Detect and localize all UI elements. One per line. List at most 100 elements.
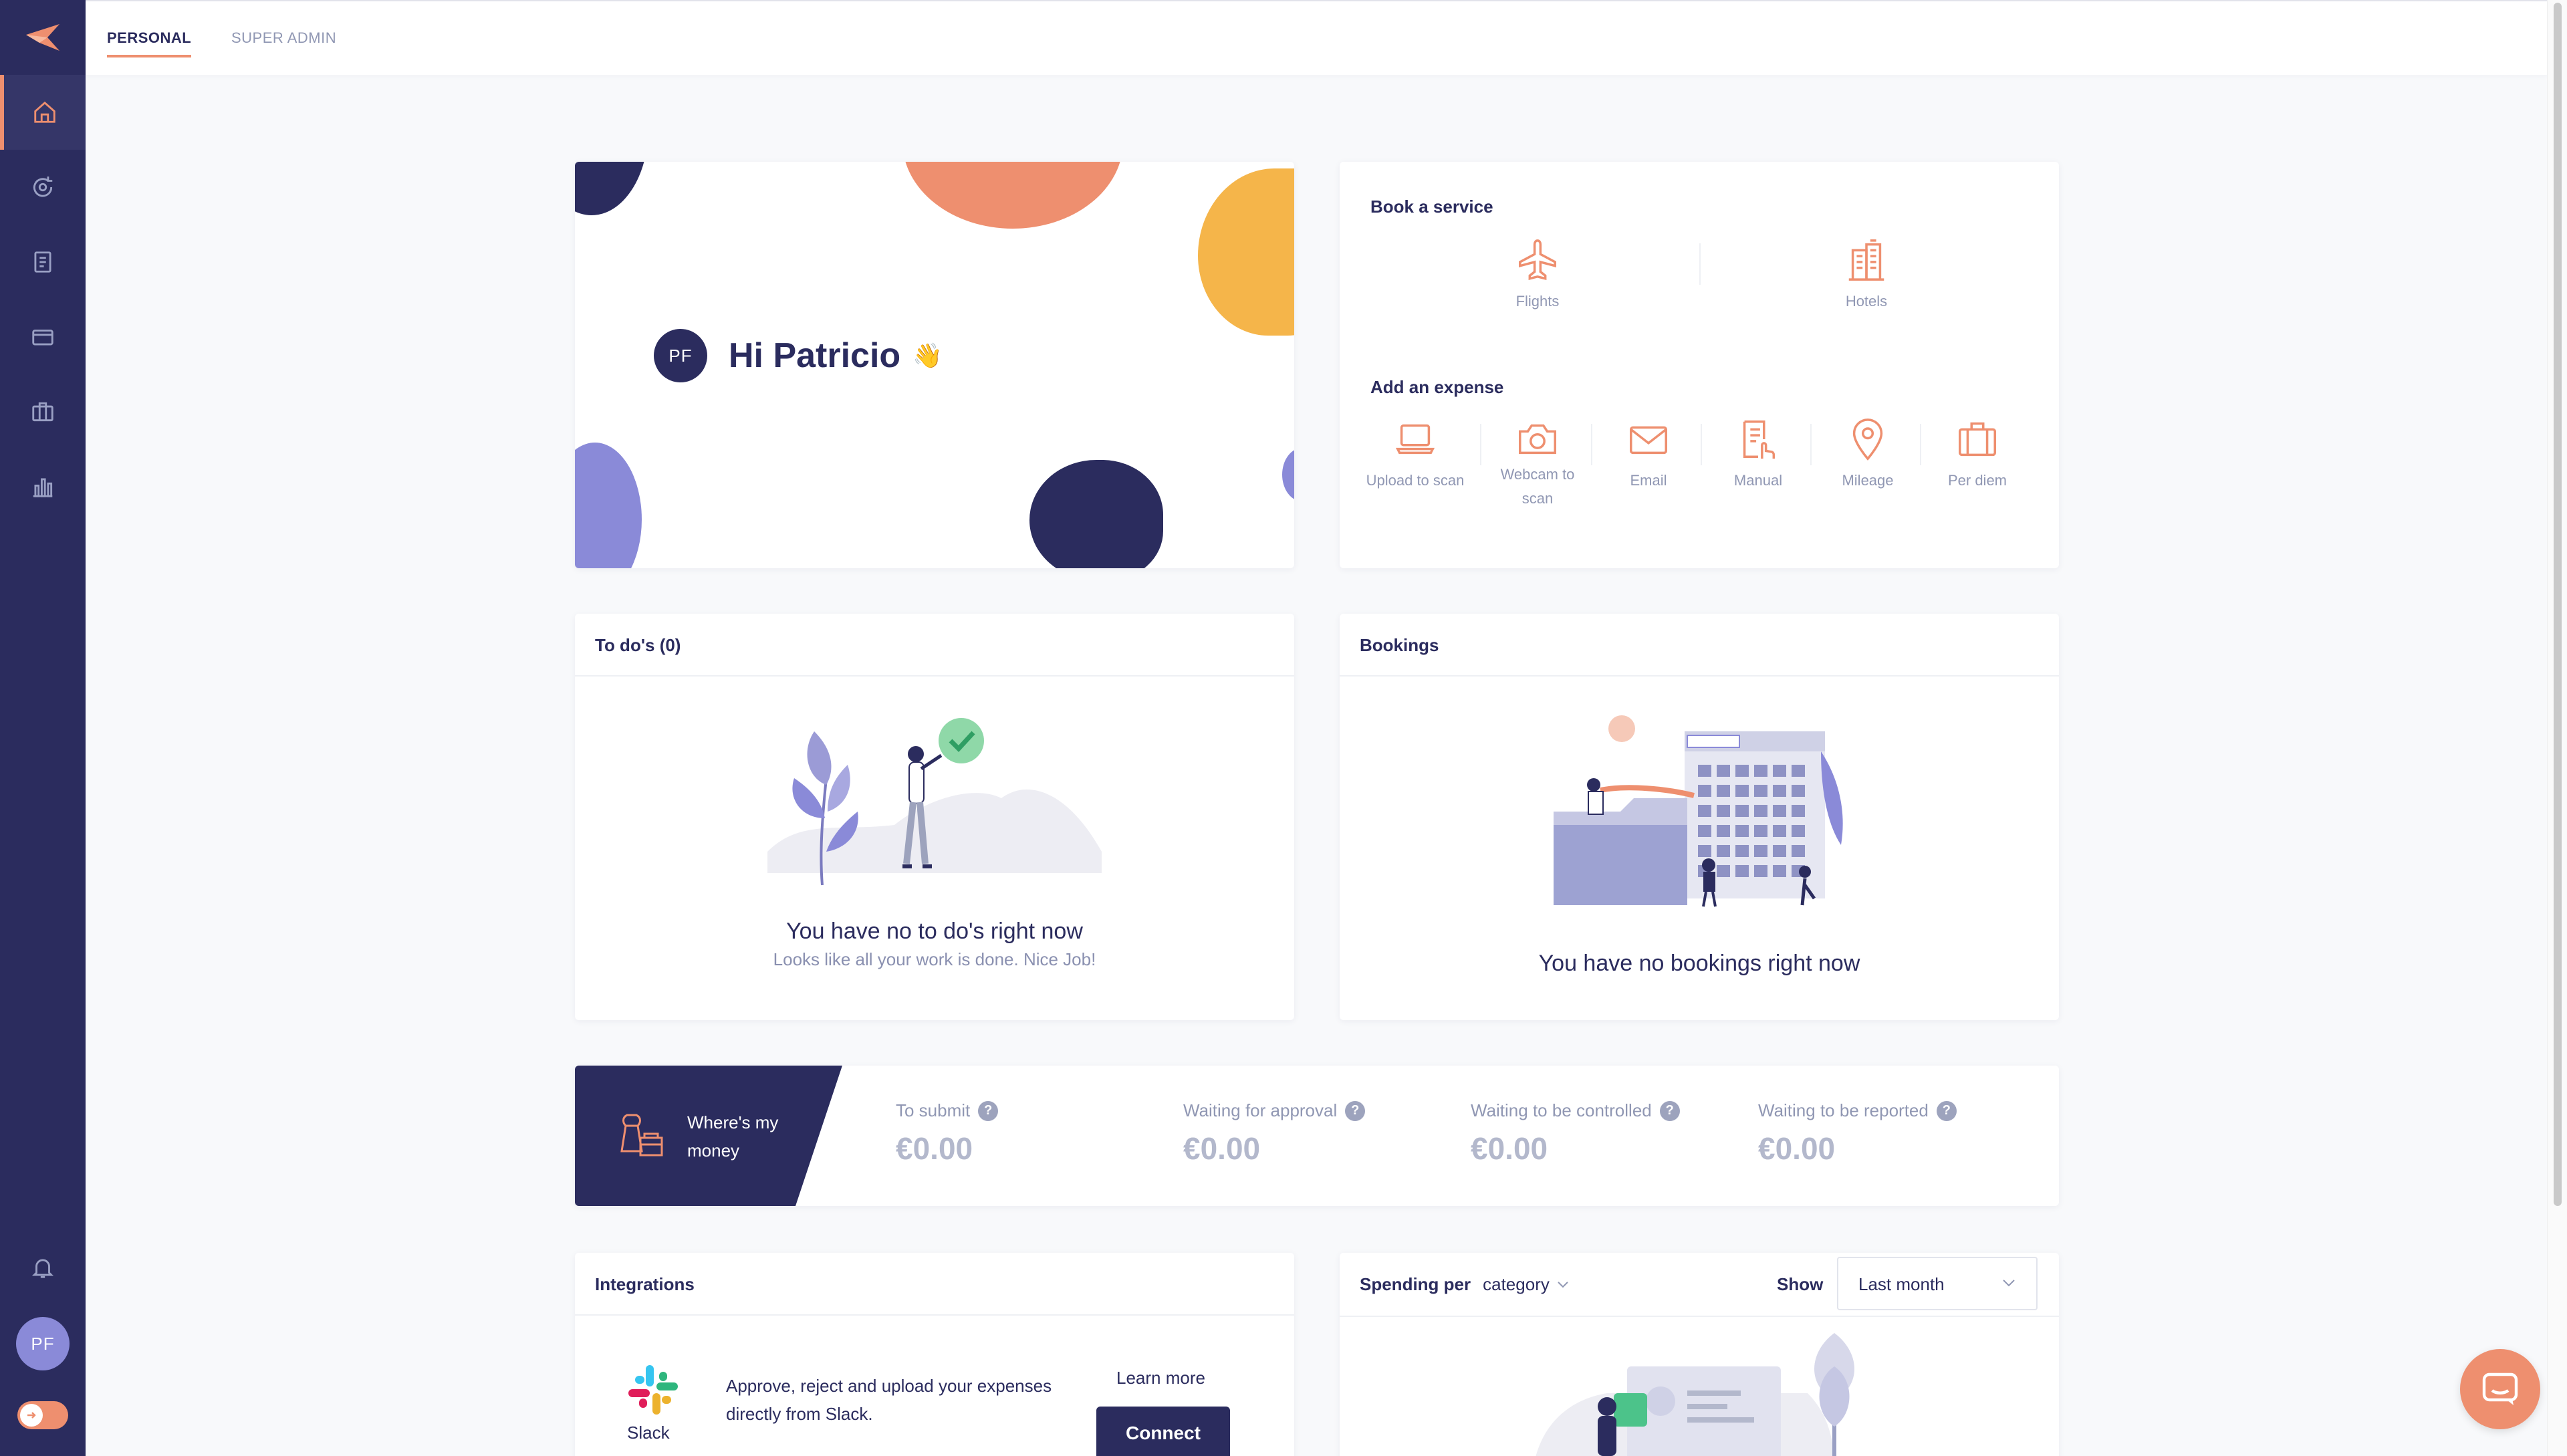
scrollbar-thumb[interactable] xyxy=(2554,3,2562,1206)
expense-divider xyxy=(1810,424,1812,465)
expense-upload-to-scan[interactable]: Upload to scan xyxy=(1364,416,1467,489)
tab-personal[interactable]: PERSONAL xyxy=(107,29,192,57)
sidebar-item-trips[interactable] xyxy=(0,374,86,449)
spending-group-by[interactable]: category xyxy=(1483,1274,1550,1295)
spending-header: Spending per category xyxy=(1360,1274,1570,1295)
service-label: Hotels xyxy=(1845,293,1888,310)
top-bar: PERSONAL SUPER ADMIN xyxy=(86,0,2547,75)
expense-manual[interactable]: Manual xyxy=(1706,416,1810,489)
services-card: Book a service Flights Hotels Add an exp… xyxy=(1340,162,2059,568)
sidebar-item-analytics[interactable] xyxy=(0,449,86,524)
stat-value: €0.00 xyxy=(1758,1131,1836,1166)
notifications-button[interactable] xyxy=(0,1230,86,1305)
sidebar-item-cards[interactable] xyxy=(0,299,86,374)
decor-blob-navy xyxy=(575,162,648,215)
chat-launcher-button[interactable] xyxy=(2460,1349,2540,1429)
slack-name: Slack xyxy=(627,1423,670,1443)
expense-label: Mileage xyxy=(1842,472,1894,489)
spending-title: Spending per xyxy=(1360,1274,1471,1294)
home-icon xyxy=(34,101,55,123)
laptop-icon xyxy=(1395,424,1435,455)
stat-value: €0.00 xyxy=(896,1131,973,1166)
expense-label: Per diem xyxy=(1947,472,2007,489)
add-expense-title: Add an expense xyxy=(1370,377,1504,397)
expense-divider xyxy=(1701,424,1702,465)
plane-icon xyxy=(1519,239,1556,280)
stat-to-submit: To submit? €0.00 xyxy=(896,1100,999,1167)
money-label-line1: Where's my xyxy=(687,1112,779,1132)
bookings-title: Bookings xyxy=(1340,614,2059,677)
show-label: Show xyxy=(1777,1274,1824,1294)
stat-label: Waiting to be controlled xyxy=(1471,1100,1652,1120)
bookings-card: Bookings You have no bookings right now xyxy=(1340,614,2059,1020)
integrations-card: Integrations Slack Approve, reject and u… xyxy=(575,1253,1294,1456)
logo-icon xyxy=(26,24,59,51)
integrations-title: Integrations xyxy=(575,1253,1294,1316)
expense-divider xyxy=(1480,424,1481,465)
todos-title: To do's (0) xyxy=(575,614,1294,677)
decor-blob-navy-bottom xyxy=(1029,460,1163,568)
sidebar-item-refresh[interactable] xyxy=(0,150,86,225)
help-icon[interactable]: ? xyxy=(1659,1100,1680,1121)
toggle-knob xyxy=(20,1404,43,1427)
page-scrollbar[interactable] xyxy=(2547,0,2567,1456)
decor-blob-lavender-right xyxy=(1282,448,1294,501)
todos-illustration xyxy=(767,718,1102,886)
map-pin-icon xyxy=(1852,418,1883,461)
tab-super-admin[interactable]: SUPER ADMIN xyxy=(231,29,336,55)
sidebar-item-documents[interactable] xyxy=(0,225,86,299)
stat-value: €0.00 xyxy=(1183,1131,1261,1166)
connect-button[interactable]: Connect xyxy=(1096,1407,1230,1456)
todos-empty-subtitle: Looks like all your work is done. Nice J… xyxy=(773,949,1096,969)
period-select[interactable]: Last month xyxy=(1837,1257,2038,1310)
expense-mileage[interactable]: Mileage xyxy=(1816,416,1920,489)
manual-icon xyxy=(1743,420,1776,459)
stat-label: Waiting to be reported xyxy=(1758,1100,1929,1120)
learn-more-link[interactable]: Learn more xyxy=(1116,1368,1205,1388)
sidebar-toggle[interactable] xyxy=(17,1401,68,1429)
spending-card: Spending per category Show Last month xyxy=(1340,1253,2059,1456)
decor-blob-lavender xyxy=(575,443,642,568)
stat-value: €0.00 xyxy=(1471,1131,1548,1166)
sidebar-item-home[interactable] xyxy=(0,75,86,150)
spending-divider xyxy=(1340,1316,2059,1317)
chevron-down-icon[interactable] xyxy=(1556,1280,1570,1290)
expense-divider xyxy=(1920,424,1921,465)
stat-waiting-approval: Waiting for approval? €0.00 xyxy=(1183,1100,1366,1167)
expense-label: Upload to scan xyxy=(1366,472,1465,489)
slack-logo-icon xyxy=(628,1365,678,1415)
card-icon xyxy=(32,330,53,346)
bar-chart-icon xyxy=(33,478,53,497)
sidebar: PF xyxy=(0,0,86,1456)
expense-email[interactable]: Email xyxy=(1596,416,1701,489)
suitcase-icon xyxy=(1959,422,1996,457)
slack-description: Approve, reject and upload your expenses… xyxy=(726,1376,1052,1424)
chat-icon xyxy=(2482,1372,2518,1405)
greeting-avatar: PF xyxy=(654,329,707,382)
decor-blob-yellow xyxy=(1198,168,1294,336)
expense-webcam-to-scan[interactable]: Webcam to scan xyxy=(1489,416,1586,511)
decor-blob-orange xyxy=(902,162,1123,229)
help-icon[interactable]: ? xyxy=(1345,1100,1366,1121)
camera-icon xyxy=(1519,424,1556,455)
money-label: Where's my money xyxy=(687,1108,778,1165)
wave-emoji: 👋 xyxy=(912,342,943,369)
expense-per-diem[interactable]: Per diem xyxy=(1925,416,2030,489)
help-icon[interactable]: ? xyxy=(978,1100,999,1121)
expense-label: Email xyxy=(1630,472,1667,489)
service-flights[interactable]: Flights xyxy=(1457,237,1618,310)
todos-card: To do's (0) You have no to do's right no… xyxy=(575,614,1294,1020)
hotel-icon xyxy=(1848,239,1884,281)
expense-label: Manual xyxy=(1733,472,1783,489)
app-logo[interactable] xyxy=(0,0,86,75)
user-avatar[interactable]: PF xyxy=(16,1317,70,1370)
stat-waiting-controlled: Waiting to be controlled? €0.00 xyxy=(1471,1100,1680,1167)
welcome-card: PF Hi Patricio 👋 xyxy=(575,162,1294,568)
service-hotels[interactable]: Hotels xyxy=(1786,237,1947,310)
mail-icon xyxy=(1630,426,1667,455)
greeting-text: Hi Patricio xyxy=(729,336,901,375)
help-icon[interactable]: ? xyxy=(1936,1100,1957,1121)
period-value: Last month xyxy=(1858,1274,1945,1294)
service-divider xyxy=(1699,243,1701,285)
stat-label: To submit xyxy=(896,1100,971,1120)
